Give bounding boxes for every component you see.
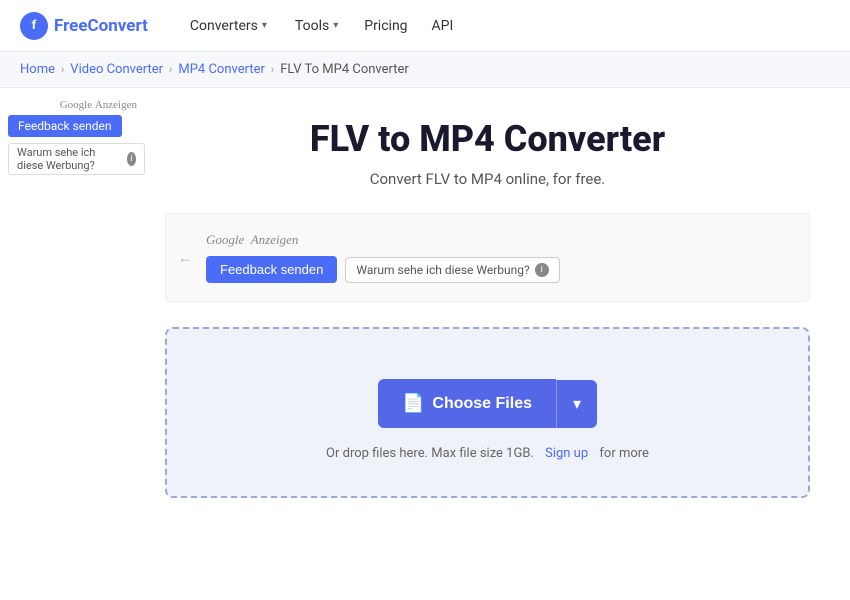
content-area: Google Anzeigen Feedback senden Warum se… [0,88,850,518]
page-subtitle: Convert FLV to MP4 online, for free. [165,170,810,188]
breadcrumb: Home › Video Converter › MP4 Converter ›… [0,52,850,88]
breadcrumb-home[interactable]: Home [20,62,55,77]
nav-pricing[interactable]: Pricing [354,12,417,40]
logo-icon: f [20,12,48,40]
dropzone-wrapper: 📄 Choose Files ▾ Or drop files here. Max… [165,327,810,498]
file-icon: 📄 [402,393,424,414]
converters-chevron-icon: ▾ [262,20,267,31]
sidebar-google-label: Google Anzeigen [0,98,145,111]
center-feedback-button[interactable]: Feedback senden [206,256,337,283]
center-ad-header: Google Anzeigen [186,232,789,248]
nav-links: Converters ▾ Tools ▾ Pricing API [178,12,463,40]
choose-files-dropdown[interactable]: ▾ [556,380,597,428]
main-area: FLV to MP4 Converter Convert FLV to MP4 … [145,88,850,518]
dropzone-info: Or drop files here. Max file size 1GB. S… [326,446,649,461]
logo[interactable]: f FreeConvert [20,12,148,40]
nav-converters[interactable]: Converters ▾ [178,12,279,40]
sidebar-ad-inner: Google Anzeigen Feedback senden Warum se… [0,98,145,175]
breadcrumb-sep-1: › [61,63,64,76]
breadcrumb-sep-3: › [271,63,274,76]
center-google-label: Google Anzeigen [206,232,298,248]
choose-files-button[interactable]: 📄 Choose Files [378,379,556,428]
choose-files-row: 📄 Choose Files ▾ [378,379,597,428]
sidebar-why-button[interactable]: Warum sehe ich diese Werbung? i [8,143,145,175]
navbar: f FreeConvert Converters ▾ Tools ▾ Prici… [0,0,850,52]
tools-chevron-icon: ▾ [333,20,338,31]
ad-collapse-arrow-icon[interactable]: ← [178,249,192,266]
breadcrumb-mp4-converter[interactable]: MP4 Converter [178,62,265,77]
nav-api[interactable]: API [422,12,464,40]
nav-tools[interactable]: Tools ▾ [283,12,350,40]
page-title: FLV to MP4 Converter [165,118,810,160]
dropzone[interactable]: 📄 Choose Files ▾ Or drop files here. Max… [165,327,810,498]
dropdown-chevron-icon: ▾ [573,396,581,413]
center-ad-row: Feedback senden Warum sehe ich diese Wer… [206,256,789,283]
sidebar-feedback-button[interactable]: Feedback senden [8,115,122,137]
sidebar-info-icon: i [127,152,136,166]
center-info-icon: i [535,263,549,277]
center-why-button[interactable]: Warum sehe ich diese Werbung? i [345,257,559,283]
sidebar-ad: Google Anzeigen Feedback senden Warum se… [0,88,145,518]
breadcrumb-current: FLV To MP4 Converter [280,62,409,77]
breadcrumb-video-converter[interactable]: Video Converter [70,62,163,77]
signup-link[interactable]: Sign up [545,446,588,461]
breadcrumb-sep-2: › [169,63,172,76]
logo-text: FreeConvert [54,16,148,36]
center-ad: ← Google Anzeigen Feedback senden Warum … [165,213,810,302]
